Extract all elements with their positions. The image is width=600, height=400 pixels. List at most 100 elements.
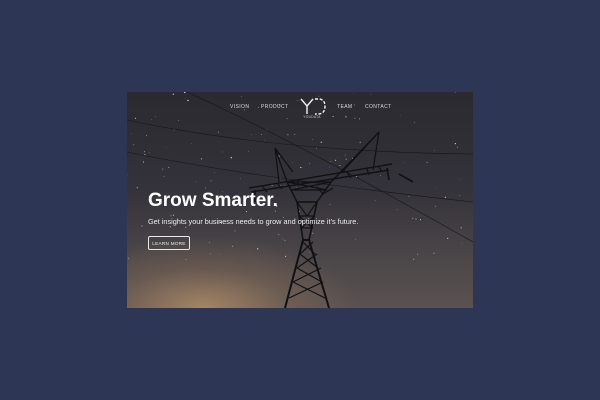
nav-link-product[interactable]: PRODUCT xyxy=(261,104,289,110)
nav-link-vision[interactable]: VISION xyxy=(230,104,249,110)
star xyxy=(282,238,284,240)
star xyxy=(165,147,167,149)
star xyxy=(396,209,398,211)
star xyxy=(136,187,138,189)
star xyxy=(312,232,314,234)
star xyxy=(339,164,341,166)
star xyxy=(214,172,215,173)
star xyxy=(413,121,415,123)
star xyxy=(280,185,281,186)
star xyxy=(144,151,146,153)
star xyxy=(169,226,171,228)
star xyxy=(454,142,457,145)
star xyxy=(458,179,460,180)
star xyxy=(131,133,132,134)
star xyxy=(355,239,356,241)
hero-section: VISION PRODUCT YOUDATA TEAM CONTACT Grow… xyxy=(127,92,473,308)
star xyxy=(447,237,449,239)
star xyxy=(251,134,253,135)
star xyxy=(345,158,347,161)
star xyxy=(315,147,317,149)
star xyxy=(146,135,148,137)
star xyxy=(219,254,220,255)
star xyxy=(377,146,379,147)
star xyxy=(222,151,223,153)
star xyxy=(461,243,463,245)
star xyxy=(200,158,202,160)
logo-subtitle: YOUDATA xyxy=(303,115,321,119)
star xyxy=(209,252,211,254)
star xyxy=(141,225,143,227)
star xyxy=(209,241,211,243)
star xyxy=(248,151,249,152)
star xyxy=(329,203,331,205)
star xyxy=(148,152,150,153)
star xyxy=(173,129,175,131)
star xyxy=(344,154,346,156)
star xyxy=(426,161,428,163)
star xyxy=(434,150,435,151)
star xyxy=(271,185,273,187)
star xyxy=(228,261,230,263)
star xyxy=(330,161,332,163)
star xyxy=(127,257,129,259)
star xyxy=(185,259,187,261)
star xyxy=(210,180,212,182)
star xyxy=(230,157,232,159)
star xyxy=(294,134,296,136)
star xyxy=(278,155,280,157)
star xyxy=(300,166,302,169)
star xyxy=(408,195,410,197)
star xyxy=(457,146,458,148)
star xyxy=(296,187,297,188)
star xyxy=(278,234,280,235)
star xyxy=(412,217,414,219)
star xyxy=(292,162,293,163)
learn-more-button[interactable]: LEARN MORE xyxy=(148,236,190,250)
star xyxy=(264,139,265,141)
star xyxy=(163,175,165,177)
star xyxy=(195,181,197,183)
star xyxy=(460,227,462,229)
star xyxy=(359,141,361,143)
star xyxy=(162,168,164,170)
star xyxy=(380,175,381,177)
star xyxy=(417,253,419,255)
star xyxy=(172,214,174,216)
star xyxy=(284,239,286,241)
star xyxy=(312,138,314,140)
star xyxy=(232,245,234,247)
star xyxy=(404,161,405,163)
star xyxy=(459,195,461,196)
star xyxy=(320,141,322,143)
star xyxy=(257,248,259,250)
star xyxy=(413,258,415,260)
star xyxy=(434,205,436,207)
star xyxy=(217,131,219,133)
star xyxy=(419,219,422,221)
logo-mark-icon xyxy=(300,98,326,115)
youdata-logo[interactable]: YOUDATA xyxy=(297,96,327,122)
star xyxy=(329,166,330,168)
star xyxy=(309,252,310,253)
star xyxy=(234,230,236,232)
star xyxy=(260,134,262,135)
star xyxy=(204,187,206,189)
hero-headline: Grow Smarter. xyxy=(148,190,278,211)
star xyxy=(144,154,146,156)
hero-subheadline: Get insights your business needs to grow… xyxy=(148,217,359,226)
nav-link-team[interactable]: TEAM xyxy=(337,104,353,110)
star xyxy=(133,144,135,146)
star xyxy=(185,226,187,228)
star xyxy=(337,157,339,158)
star xyxy=(444,196,447,198)
star xyxy=(142,161,145,163)
star xyxy=(415,218,417,220)
star xyxy=(168,166,170,169)
star xyxy=(309,163,310,164)
star xyxy=(191,143,192,144)
star xyxy=(433,252,435,254)
nav-link-contact[interactable]: CONTACT xyxy=(365,104,392,110)
star xyxy=(436,188,437,189)
star xyxy=(374,200,376,202)
